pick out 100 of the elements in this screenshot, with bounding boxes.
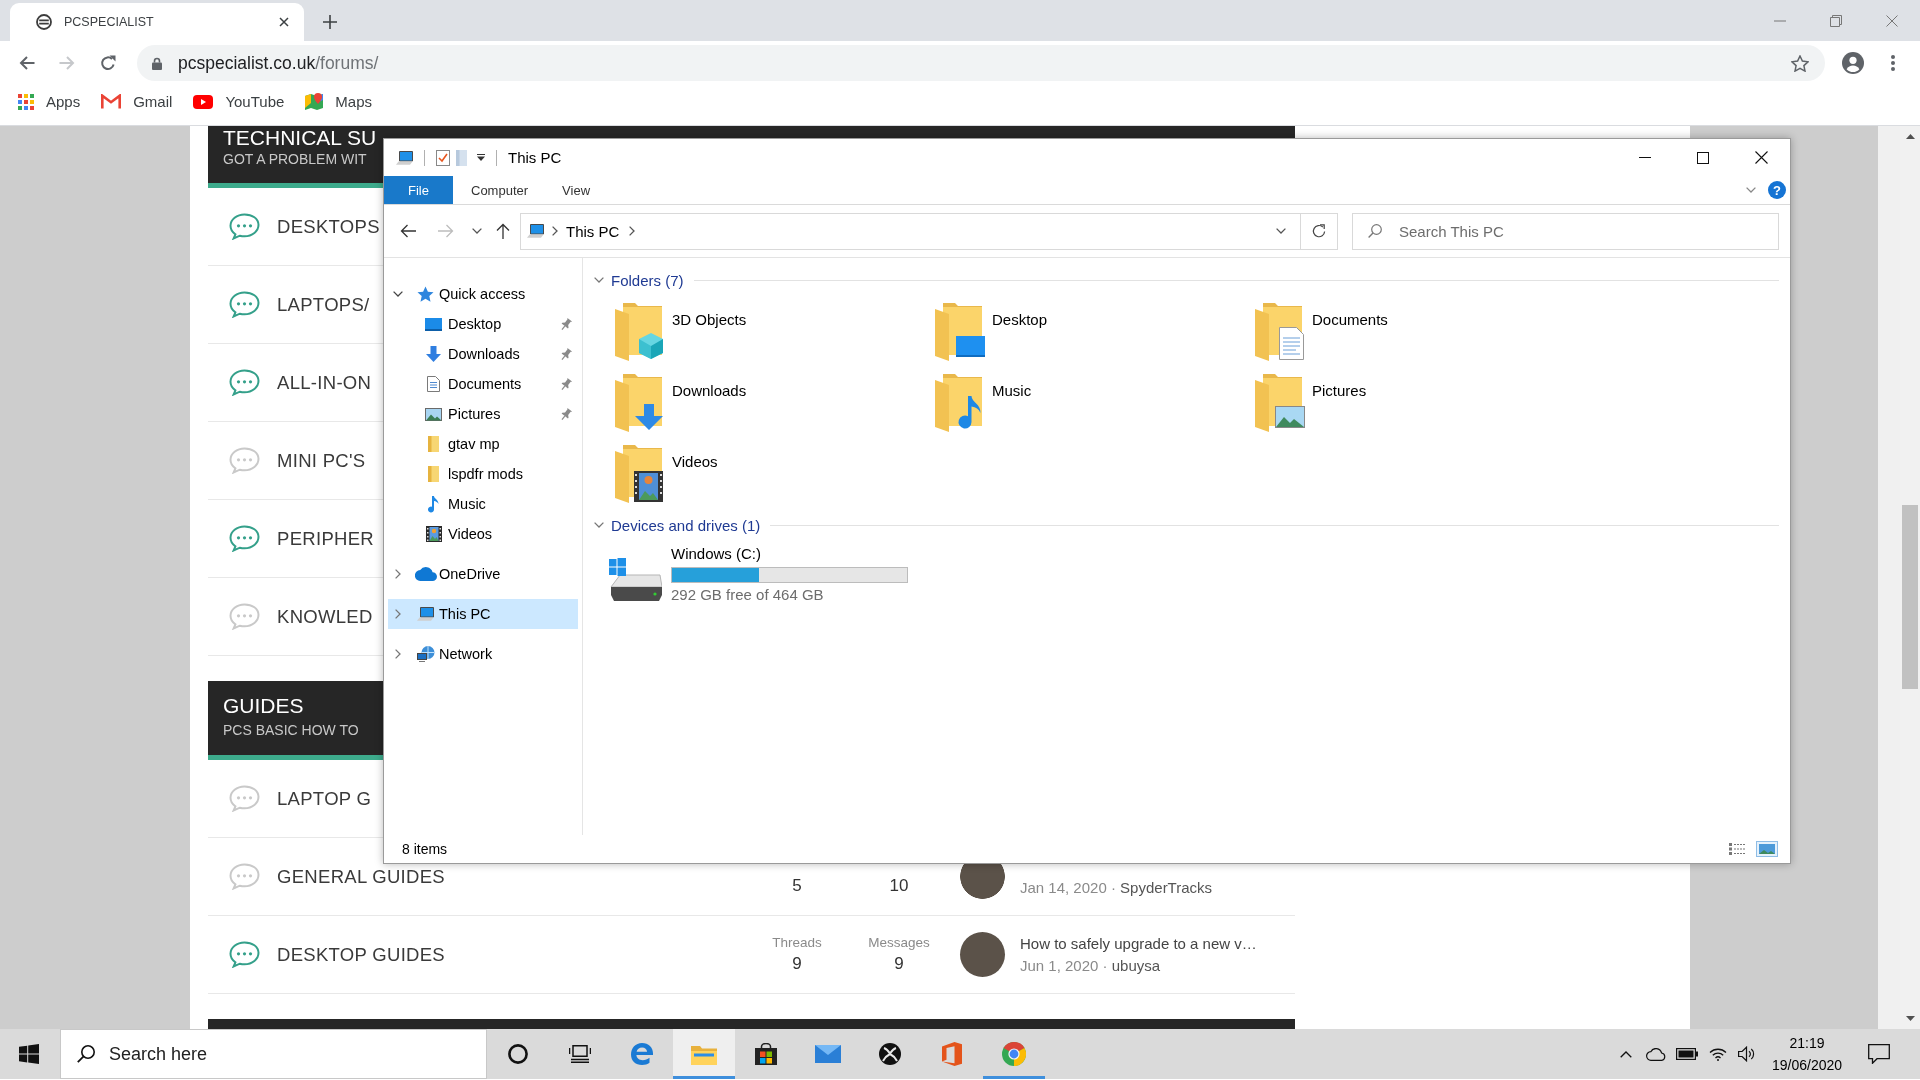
picture-icon: [425, 407, 442, 421]
refresh-button[interactable]: [1301, 212, 1338, 250]
plus-icon[interactable]: [323, 14, 337, 29]
drive-item[interactable]: Windows (C:) 292 GB free of 464 GB: [608, 545, 908, 604]
latest-post-meta: Jun 1, 2020 · ubuysa: [1020, 956, 1161, 975]
nav-item[interactable]: Pictures: [388, 399, 578, 429]
scroll-up-arrow-icon[interactable]: [1905, 134, 1915, 139]
bookmark[interactable]: YouTube: [183, 87, 295, 116]
close-icon[interactable]: [279, 17, 289, 27]
clock-time[interactable]: 21:19: [1789, 1033, 1825, 1053]
folder-item[interactable]: 3D Objects: [615, 300, 747, 361]
nav-item[interactable]: Desktop: [388, 309, 578, 339]
properties-icon[interactable]: [436, 149, 450, 166]
nav-item[interactable]: Downloads: [388, 339, 578, 369]
speaker-icon[interactable]: [1738, 1046, 1756, 1062]
forum-link[interactable]: KNOWLED: [277, 605, 373, 628]
windows-logo-icon[interactable]: [19, 1044, 39, 1064]
group-header[interactable]: Devices and drives (1): [611, 516, 761, 534]
chevron-right-icon[interactable]: [395, 569, 401, 579]
username-link[interactable]: SpyderTracks: [1120, 878, 1213, 896]
cloud-icon: [414, 567, 437, 581]
caret-down-icon[interactable]: [477, 154, 485, 161]
search-field[interactable]: Search here: [60, 1029, 487, 1079]
latest-thread-link[interactable]: How to safely upgrade to a new v…: [1020, 934, 1257, 953]
file-menu-button[interactable]: File: [384, 176, 453, 204]
nav-item[interactable]: gtav mp: [388, 429, 578, 459]
bookmark[interactable]: Apps: [8, 87, 91, 116]
item-count: 8 items: [402, 841, 448, 857]
scroll-down-arrow-icon[interactable]: [1905, 1016, 1915, 1021]
chevron-down-icon[interactable]: [594, 277, 604, 283]
large-icons-view-icon[interactable]: [1756, 841, 1778, 857]
breadcrumb-item[interactable]: This PC: [566, 222, 620, 240]
ribbon-tab[interactable]: Computer: [453, 176, 547, 204]
stat-label: Messages: [868, 935, 930, 951]
folder-item[interactable]: Documents: [1255, 300, 1388, 361]
chevron-down-icon[interactable]: [393, 291, 403, 297]
nav-item[interactable]: Network: [388, 639, 578, 669]
ribbon-tab[interactable]: View: [546, 176, 607, 204]
browser-tab[interactable]: PCSPECIALIST: [10, 3, 304, 41]
folder-item[interactable]: Music: [935, 371, 1032, 432]
folder-download-arrow-icon: [615, 374, 665, 432]
folder-film-icon: [615, 445, 665, 503]
star-icon[interactable]: [1791, 54, 1809, 72]
help-button[interactable]: ?: [1768, 181, 1786, 199]
group-header[interactable]: Folders (7): [611, 271, 684, 289]
avatar[interactable]: [960, 864, 1005, 899]
nav-item[interactable]: This PC: [388, 599, 578, 629]
folder-picture-icon: [1255, 374, 1305, 432]
folder-item[interactable]: Videos: [615, 442, 718, 503]
cloud-icon[interactable]: [1646, 1047, 1666, 1061]
maximize-icon[interactable]: [1697, 151, 1709, 164]
forum-link[interactable]: LAPTOP G: [277, 787, 372, 810]
back-icon[interactable]: [19, 55, 35, 71]
chevron-right-icon[interactable]: [395, 649, 401, 659]
chevron-down-icon[interactable]: [472, 228, 482, 234]
chevron-right-icon[interactable]: [629, 226, 636, 236]
menu-icon[interactable]: [1891, 55, 1895, 71]
folder-item[interactable]: Downloads: [615, 371, 747, 432]
close-icon[interactable]: [1754, 151, 1768, 164]
reload-icon[interactable]: [100, 55, 116, 71]
avatar[interactable]: [960, 932, 1005, 977]
forum-link[interactable]: DESKTOP GUIDES: [277, 943, 445, 966]
search-icon: [77, 1045, 95, 1063]
up-arrow-icon[interactable]: [496, 223, 510, 239]
restore-icon[interactable]: [1830, 14, 1842, 27]
account-icon[interactable]: [1842, 52, 1864, 74]
lock-icon: [152, 56, 162, 70]
folder-item[interactable]: Pictures: [1255, 371, 1367, 432]
nav-item[interactable]: Music: [388, 489, 578, 519]
folder-item[interactable]: Desktop: [935, 300, 1048, 361]
scrollbar-thumb[interactable]: [1902, 505, 1918, 689]
nav-item[interactable]: Quick access: [388, 279, 578, 309]
nav-item[interactable]: Videos: [388, 519, 578, 549]
forum-link[interactable]: ALL-IN-ON: [277, 371, 372, 394]
forum-link[interactable]: GENERAL GUIDES: [277, 865, 445, 888]
address-bar[interactable]: pcspecialist.co.uk/forums/: [137, 45, 1825, 81]
username-link[interactable]: ubuysa: [1111, 956, 1161, 974]
forum-link[interactable]: PERIPHER: [277, 527, 374, 550]
search-field[interactable]: Search This PC: [1352, 212, 1779, 250]
details-view-icon[interactable]: [1726, 841, 1748, 857]
chevron-down-icon[interactable]: [1276, 228, 1286, 234]
chevron-up-icon[interactable]: [1620, 1050, 1632, 1058]
nav-item[interactable]: Documents: [388, 369, 578, 399]
chevron-down-icon[interactable]: [594, 522, 604, 528]
clock-date[interactable]: 19/06/2020: [1771, 1055, 1843, 1075]
wifi-icon[interactable]: [1708, 1047, 1727, 1061]
forum-link[interactable]: LAPTOPS/: [277, 293, 370, 316]
back-arrow-icon[interactable]: [400, 224, 416, 238]
nav-item[interactable]: lspdfr mods: [388, 459, 578, 489]
nav-item[interactable]: OneDrive: [388, 559, 578, 589]
chevron-right-icon[interactable]: [395, 609, 401, 619]
battery-icon[interactable]: [1675, 1048, 1698, 1060]
map-pin-icon: [305, 92, 324, 111]
bookmark[interactable]: Maps: [295, 87, 382, 116]
bookmark[interactable]: Gmail: [91, 87, 183, 116]
notification-icon[interactable]: [1868, 1044, 1890, 1064]
forum-link[interactable]: DESKTOPS: [277, 215, 380, 238]
address-bar[interactable]: This PC: [520, 212, 1301, 250]
scrollbar[interactable]: [1900, 126, 1920, 1029]
forum-link[interactable]: MINI PC'S: [277, 449, 366, 472]
